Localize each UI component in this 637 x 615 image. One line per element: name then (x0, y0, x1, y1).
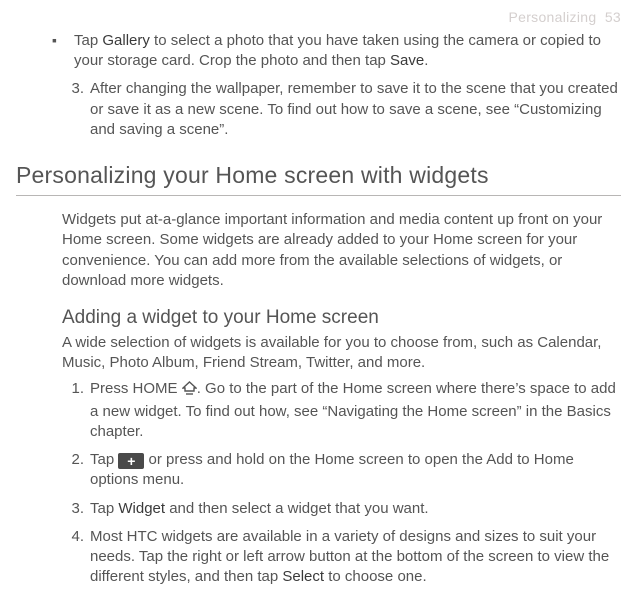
list-text: Most HTC widgets are available in a vari… (90, 527, 621, 588)
heading-divider (16, 195, 621, 196)
numbered-list: 1. Press HOME . Go to the part of the Ho… (62, 379, 621, 587)
list-text: Tap + or press and hold on the Home scre… (90, 450, 621, 491)
text-fragment: Tap (90, 500, 118, 517)
subsection-intro: A wide selection of widgets is available… (62, 333, 621, 374)
running-head-section: Personalizing (508, 9, 596, 25)
text-fragment: Tap (74, 32, 102, 49)
list-text: After changing the wallpaper, remember t… (90, 79, 621, 140)
text-fragment: or press and hold on the Home screen to … (90, 451, 574, 488)
save-label: Save (390, 52, 424, 69)
plus-icon: + (118, 453, 144, 469)
text-fragment: Press HOME (90, 380, 182, 397)
list-number: 1. (62, 379, 84, 442)
list-item: 3. After changing the wallpaper, remembe… (62, 79, 621, 140)
running-head: Personalizing 53 (16, 8, 621, 27)
list-item: 4. Most HTC widgets are available in a v… (62, 527, 621, 588)
text-fragment: . (424, 52, 428, 69)
list-item: 2. Tap + or press and hold on the Home s… (62, 450, 621, 491)
bullet-marker: ▪ (52, 31, 74, 72)
list-text: Press HOME . Go to the part of the Home … (90, 379, 621, 442)
text-fragment: and then select a widget that you want. (165, 500, 429, 517)
intro-paragraph: Widgets put at-a-glance important inform… (62, 210, 621, 291)
text-fragment: Tap (90, 451, 118, 468)
section-heading: Personalizing your Home screen with widg… (16, 160, 621, 191)
subsection-heading: Adding a widget to your Home screen (62, 305, 621, 331)
home-icon (182, 381, 197, 401)
list-item: 1. Press HOME . Go to the part of the Ho… (62, 379, 621, 442)
bullet-item: ▪ Tap Gallery to select a photo that you… (52, 31, 621, 72)
list-number: 2. (62, 450, 84, 491)
list-text: Tap Widget and then select a widget that… (90, 499, 429, 519)
list-number: 3. (62, 79, 84, 140)
page: Personalizing 53 ▪ Tap Gallery to select… (0, 0, 637, 588)
list-number: 3. (62, 499, 84, 519)
bullet-text: Tap Gallery to select a photo that you h… (74, 31, 621, 72)
running-head-page: 53 (605, 9, 621, 25)
list-item: 3. Tap Widget and then select a widget t… (62, 499, 621, 519)
text-fragment: to choose one. (324, 568, 427, 585)
select-label: Select (282, 568, 324, 585)
list-number: 4. (62, 527, 84, 588)
gallery-label: Gallery (102, 32, 150, 49)
widget-label: Widget (118, 500, 165, 517)
numbered-continuation: 3. After changing the wallpaper, remembe… (62, 79, 621, 140)
text-fragment: to select a photo that you have taken us… (74, 32, 601, 69)
